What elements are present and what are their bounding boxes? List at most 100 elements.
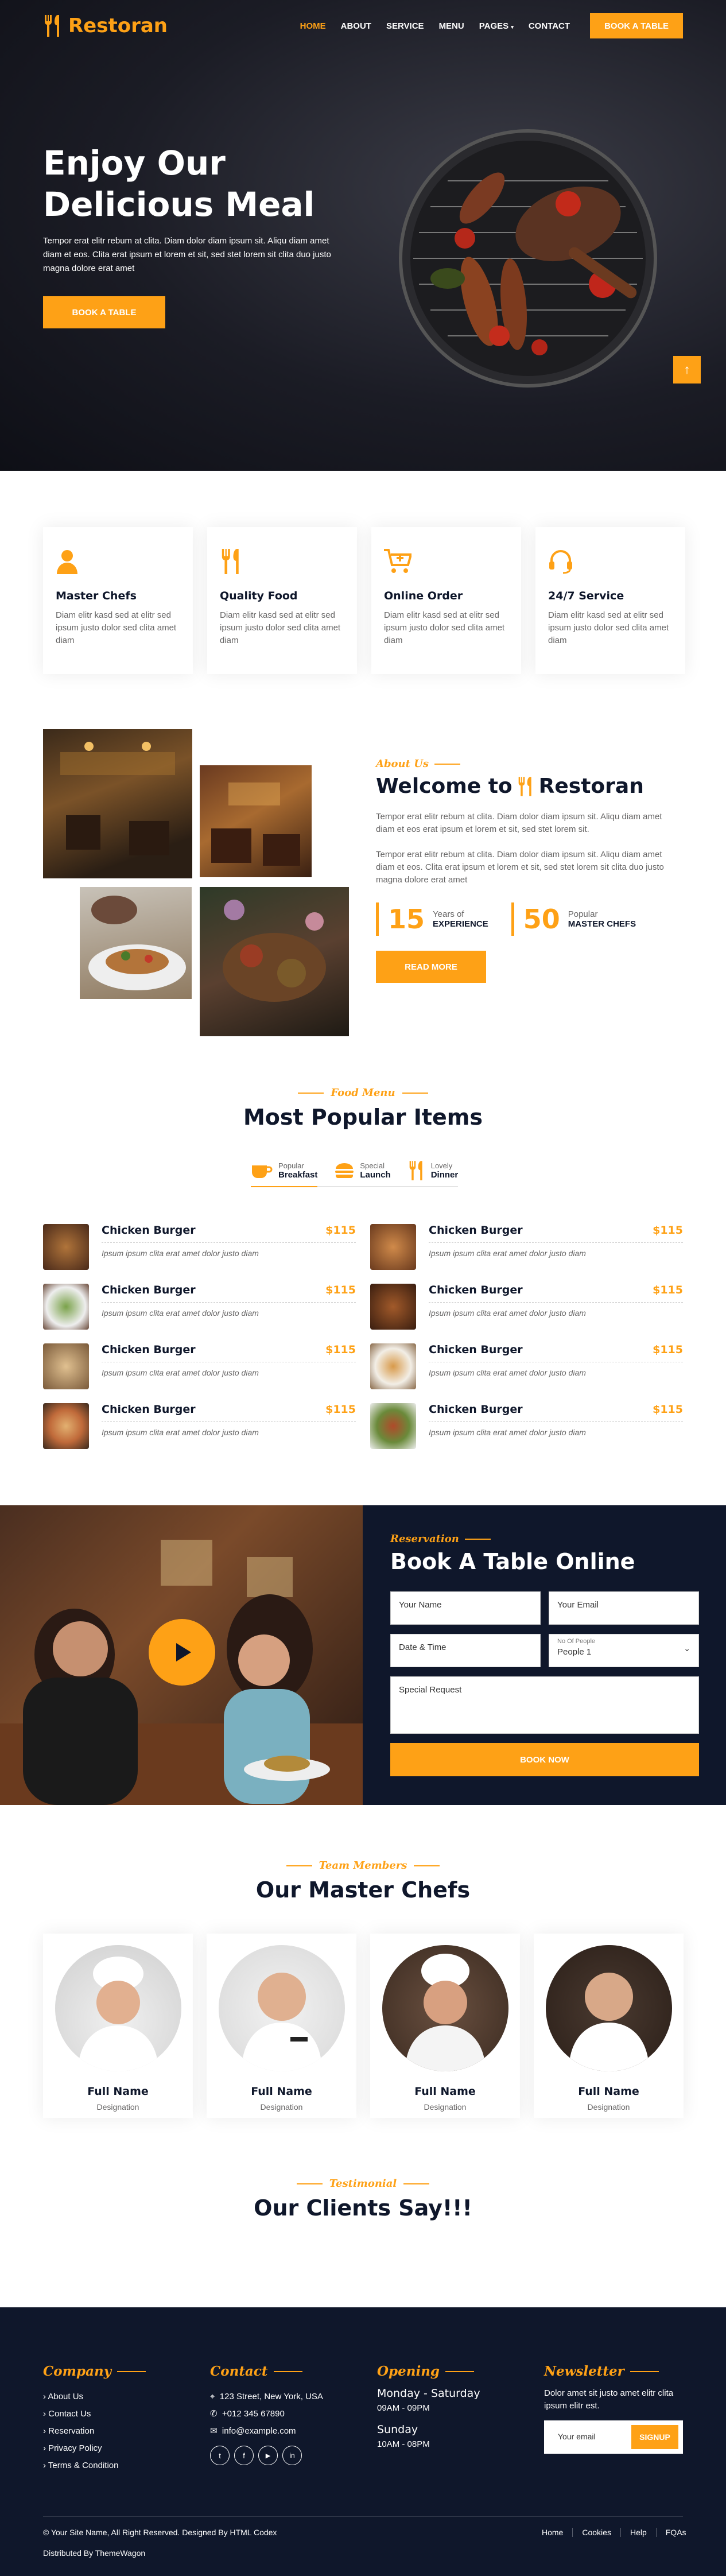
chevron-right-icon: › xyxy=(43,2461,46,2470)
chevron-right-icon: › xyxy=(43,2443,46,2453)
nav-book-table-button[interactable]: BOOK A TABLE xyxy=(590,13,683,38)
food-thumbnail xyxy=(43,1284,89,1330)
tab-top: Special xyxy=(360,1161,385,1170)
people-select[interactable]: No Of People People 1 ⌄ xyxy=(549,1634,699,1667)
stat-top: Popular xyxy=(568,909,598,919)
arrow-up-icon: ↑ xyxy=(684,362,690,377)
footer-link-contact[interactable]: › Contact Us xyxy=(43,2405,146,2423)
phone-icon: ✆ xyxy=(210,2409,218,2419)
footer-bottom-help[interactable]: Help xyxy=(620,2528,656,2537)
footer-phone: +012 345 67890 xyxy=(222,2409,285,2419)
about-title-brand: Restoran xyxy=(538,774,644,798)
footer-link-label: Reservation xyxy=(48,2426,95,2436)
nav-pages[interactable]: PAGES ▾ xyxy=(472,21,521,31)
menu-item[interactable]: Chicken Burger $115 Ipsum ipsum clita erat… xyxy=(43,1403,356,1449)
footer-bottom-home[interactable]: Home xyxy=(533,2528,572,2537)
menu-item-desc: Ipsum ipsum clita erat amet dolor justo … xyxy=(102,1308,259,1318)
team-subtitle: Team Members xyxy=(0,1860,726,1872)
signup-button[interactable]: SIGNUP xyxy=(631,2425,678,2449)
play-video-button[interactable] xyxy=(149,1619,215,1686)
chef-photo xyxy=(545,1945,672,2071)
menu-item[interactable]: Chicken Burger $115 Ipsum ipsum clita erat… xyxy=(370,1224,683,1270)
tab-bottom: Launch xyxy=(360,1170,391,1180)
service-text: Diam elitr kasd sed at elitr sed ipsum j… xyxy=(220,610,341,645)
back-to-top-button[interactable]: ↑ xyxy=(673,356,701,384)
testimonial-header: Testimonial Our Clients Say!!! xyxy=(0,2178,726,2221)
menu-item[interactable]: Chicken Burger $115 Ipsum ipsum clita erat… xyxy=(43,1284,356,1330)
menu-item[interactable]: Chicken Burger $115 Ipsum ipsum clita erat… xyxy=(43,1343,356,1389)
about-paragraph-2: Tempor erat elitr rebum at clita. Diam d… xyxy=(376,850,664,885)
twitter-icon[interactable]: t xyxy=(210,2446,230,2465)
nav-about[interactable]: ABOUT xyxy=(333,21,379,31)
menu-subtitle: Food Menu xyxy=(0,1087,726,1099)
utensils-icon xyxy=(45,15,59,37)
special-request-field[interactable]: Special Request xyxy=(390,1676,699,1734)
menu-item-desc: Ipsum ipsum clita erat amet dolor justo … xyxy=(102,1368,259,1377)
about-title-text: Welcome to xyxy=(376,774,513,798)
envelope-icon: ✉ xyxy=(210,2426,218,2436)
tab-launch[interactable]: Special Launch xyxy=(335,1161,391,1180)
tab-breakfast[interactable]: Popular Breakfast xyxy=(251,1161,318,1187)
utensils-icon xyxy=(222,549,239,574)
tab-bottom: Dinner xyxy=(430,1170,459,1180)
team-member-role: Designation xyxy=(96,2102,139,2112)
tab-dinner[interactable]: Lovely Dinner xyxy=(408,1161,459,1180)
tab-top: Popular xyxy=(278,1161,304,1170)
service-card: Quality Food Diam elitr kasd sed at elit… xyxy=(207,527,357,674)
people-label: No Of People xyxy=(557,1638,596,1645)
hero-title-line2: Delicious Meal xyxy=(43,185,315,224)
nav-menu[interactable]: MENU xyxy=(432,21,472,31)
email-field[interactable]: Your Email xyxy=(549,1591,699,1625)
chef-icon xyxy=(57,550,77,574)
menu-item[interactable]: Chicken Burger $115 Ipsum ipsum clita erat… xyxy=(43,1224,356,1270)
youtube-icon[interactable]: ▶ xyxy=(258,2446,278,2465)
footer-link-reservation[interactable]: › Reservation xyxy=(43,2423,146,2440)
food-thumbnail xyxy=(370,1343,416,1389)
menu-item-name: Chicken Burger xyxy=(429,1343,523,1356)
menu-item-price: $115 xyxy=(325,1403,356,1416)
hero-title: Enjoy Our Delicious Meal xyxy=(43,142,315,225)
menu-item-name: Chicken Burger xyxy=(429,1403,523,1416)
newsletter-email-input[interactable]: Your email xyxy=(558,2432,596,2441)
service-title: 24/7 Service xyxy=(548,590,624,602)
newsletter-form: Your email SIGNUP xyxy=(544,2420,683,2454)
chevron-down-icon: ⌄ xyxy=(684,1644,690,1653)
team-member-name: Full Name xyxy=(414,2085,476,2098)
footer-bottom-cookies[interactable]: Cookies xyxy=(572,2528,620,2537)
hero-book-table-button[interactable]: BOOK A TABLE xyxy=(43,296,165,328)
menu-item-desc: Ipsum ipsum clita erat amet dolor justo … xyxy=(429,1368,586,1377)
footer-link-label: Terms & Condition xyxy=(48,2461,119,2470)
chevron-right-icon: › xyxy=(43,2409,46,2419)
chevron-right-icon: › xyxy=(43,2426,46,2436)
footer-link-privacy[interactable]: › Privacy Policy xyxy=(43,2440,146,2457)
menu-item[interactable]: Chicken Burger $115 Ipsum ipsum clita erat… xyxy=(370,1284,683,1330)
footer-newsletter-title: Newsletter xyxy=(544,2364,683,2379)
menu-item-name: Chicken Burger xyxy=(102,1403,196,1416)
facebook-icon[interactable]: f xyxy=(234,2446,254,2465)
dinner-table-image xyxy=(200,887,349,1036)
name-field[interactable]: Your Name xyxy=(390,1591,541,1625)
footer-bottom-fqas[interactable]: FQAs xyxy=(655,2528,696,2537)
footer-email: info@example.com xyxy=(222,2426,296,2436)
footer: Company › About Us › Contact Us › Reserv… xyxy=(0,2307,726,2576)
menu-item-price: $115 xyxy=(653,1284,683,1296)
hero-text: Tempor erat elitr rebum at clita. Diam d… xyxy=(43,236,331,273)
menu-item[interactable]: Chicken Burger $115 Ipsum ipsum clita erat… xyxy=(370,1343,683,1389)
service-title: Quality Food xyxy=(220,590,298,602)
footer-company: Company › About Us › Contact Us › Reserv… xyxy=(43,2364,146,2474)
nav-service[interactable]: SERVICE xyxy=(379,21,432,31)
footer-link-about[interactable]: › About Us xyxy=(43,2388,146,2405)
menu-item-desc: Ipsum ipsum clita erat amet dolor justo … xyxy=(102,1249,259,1258)
footer-link-terms[interactable]: › Terms & Condition xyxy=(43,2457,146,2474)
nav-contact[interactable]: CONTACT xyxy=(521,21,577,31)
plated-food-image xyxy=(80,887,192,999)
restaurant-seating-image xyxy=(200,765,312,877)
read-more-button[interactable]: READ MORE xyxy=(376,951,486,983)
menu-item[interactable]: Chicken Burger $115 Ipsum ipsum clita erat… xyxy=(370,1403,683,1449)
linkedin-icon[interactable]: in xyxy=(282,2446,302,2465)
chevron-right-icon: › xyxy=(43,2392,46,2401)
book-now-button[interactable]: BOOK NOW xyxy=(390,1743,699,1776)
logo[interactable]: Restoran xyxy=(43,14,168,37)
nav-home[interactable]: HOME xyxy=(293,21,333,31)
datetime-field[interactable]: Date & Time xyxy=(390,1634,541,1667)
